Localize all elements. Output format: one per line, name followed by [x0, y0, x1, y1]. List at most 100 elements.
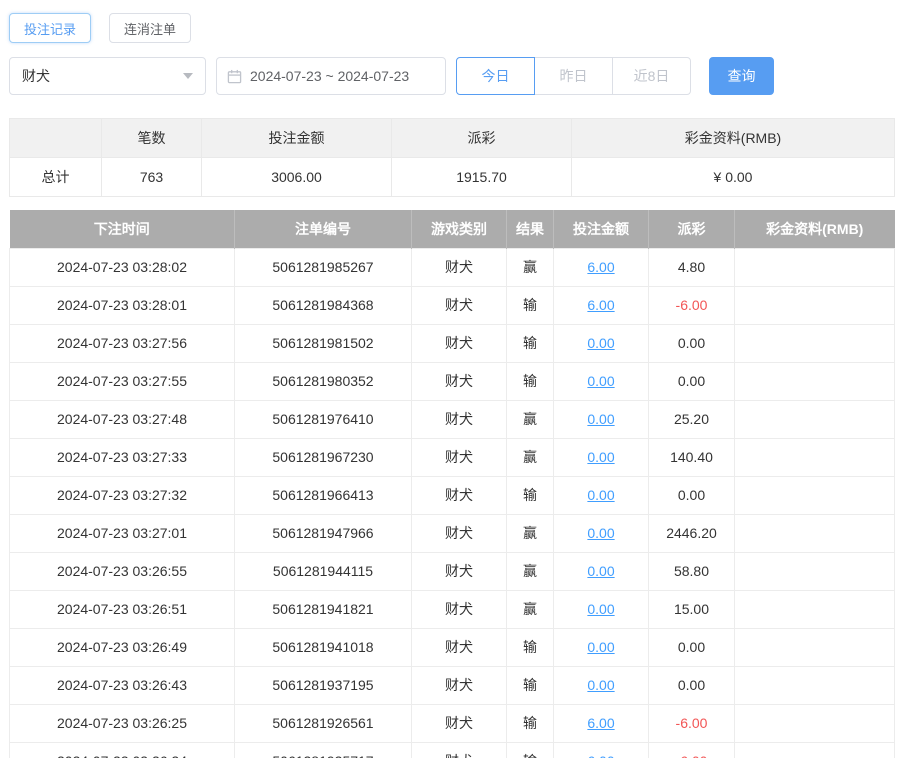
summary-payout-value: 1915.70: [391, 157, 572, 197]
filters-row: 财犬 2024-07-23 ~ 2024-07-23 今日 昨日 近8日 查询: [9, 57, 894, 95]
payout-cell: 0.00: [648, 323, 735, 363]
bonus-cell: [734, 285, 895, 325]
last-8-days-button[interactable]: 近8日: [612, 57, 691, 95]
tab-bet-records[interactable]: 投注记录: [9, 13, 92, 43]
bet-amount-cell: 0.00: [553, 627, 649, 667]
game-type-cell: 财犬: [411, 361, 507, 401]
bet-amount-link[interactable]: 0.00: [587, 677, 614, 693]
yesterday-button[interactable]: 昨日: [534, 57, 613, 95]
bet-table-row: 2024-07-23 03:27:32 5061281966413 财犬输 0.00 0…: [9, 475, 895, 515]
date-range-picker[interactable]: 2024-07-23 ~ 2024-07-23: [216, 57, 446, 95]
bet-number-cell: 5061281941821: [234, 589, 412, 629]
bonus-cell: [734, 475, 895, 515]
payout-cell: 0.00: [648, 665, 735, 705]
query-button[interactable]: 查询: [709, 57, 774, 95]
bonus-cell: [734, 399, 895, 439]
bonus-cell: [734, 247, 895, 287]
date-range-value: 2024-07-23 ~ 2024-07-23: [250, 68, 410, 84]
result-cell: 赢: [506, 551, 554, 591]
bet-amount-link[interactable]: 6.00: [587, 297, 614, 313]
bet-table-row: 2024-07-23 03:28:02 5061281985267 财犬赢 6.00 4…: [9, 247, 895, 287]
bonus-cell: [734, 665, 895, 705]
result-cell: 赢: [506, 399, 554, 439]
bet-time-cell: 2024-07-23 03:27:55: [9, 361, 235, 401]
game-type-cell: 财犬: [411, 589, 507, 629]
summary-header-count: 笔数: [101, 118, 202, 158]
bet-time-cell: 2024-07-23 03:27:33: [9, 437, 235, 477]
result-cell: 赢: [506, 513, 554, 553]
bet-amount-cell: 0.00: [553, 589, 649, 629]
payout-cell: 0.00: [648, 627, 735, 667]
bet-amount-link[interactable]: 6.00: [587, 715, 614, 731]
bet-amount-link[interactable]: 0.00: [587, 373, 614, 389]
header-result: 结果: [506, 210, 554, 248]
bet-amount-cell: 0.00: [553, 475, 649, 515]
top-tabs: 投注记录 连消注单: [9, 13, 894, 43]
bonus-cell: [734, 437, 895, 477]
bet-amount-link[interactable]: 0.00: [587, 525, 614, 541]
bet-number-cell: 5061281944115: [234, 551, 412, 591]
result-cell: 输: [506, 741, 554, 758]
betting-records-page: 投注记录 连消注单 财犬 2024-07-23 ~ 2024-07-23 今日 …: [0, 0, 903, 758]
game-type-cell: 财犬: [411, 399, 507, 439]
summary-header-empty: [9, 118, 102, 158]
bonus-cell: [734, 627, 895, 667]
bet-time-cell: 2024-07-23 03:28:01: [9, 285, 235, 325]
bet-amount-link[interactable]: 0.00: [587, 639, 614, 655]
today-button[interactable]: 今日: [456, 57, 535, 95]
game-type-cell: 财犬: [411, 703, 507, 743]
bet-time-cell: 2024-07-23 03:27:01: [9, 513, 235, 553]
bet-time-cell: 2024-07-23 03:27:32: [9, 475, 235, 515]
result-cell: 输: [506, 361, 554, 401]
bet-amount-link[interactable]: 0.00: [587, 411, 614, 427]
header-bet-number: 注单编号: [234, 210, 412, 248]
bet-table-row: 2024-07-23 03:27:33 5061281967230 财犬赢 0.00 1…: [9, 437, 895, 477]
bet-number-cell: 5061281966413: [234, 475, 412, 515]
bet-amount-link[interactable]: 6.00: [587, 753, 614, 758]
result-cell: 输: [506, 475, 554, 515]
bet-time-cell: 2024-07-23 03:26:51: [9, 589, 235, 629]
bet-table-row: 2024-07-23 03:26:55 5061281944115 财犬赢 0.00 5…: [9, 551, 895, 591]
bet-number-cell: 5061281985267: [234, 247, 412, 287]
bet-amount-cell: 0.00: [553, 399, 649, 439]
bet-amount-cell: 6.00: [553, 703, 649, 743]
summary-total-label: 总计: [9, 157, 102, 197]
tab-cancelled-orders[interactable]: 连消注单: [109, 13, 192, 43]
bet-amount-cell: 0.00: [553, 361, 649, 401]
game-type-cell: 财犬: [411, 247, 507, 287]
bet-time-cell: 2024-07-23 03:27:48: [9, 399, 235, 439]
summary-header-bet-amount: 投注金额: [201, 118, 392, 158]
game-type-cell: 财犬: [411, 627, 507, 667]
bet-number-cell: 5061281967230: [234, 437, 412, 477]
bet-table-row: 2024-07-23 03:26:51 5061281941821 财犬赢 0.00 1…: [9, 589, 895, 629]
result-cell: 输: [506, 285, 554, 325]
bet-amount-cell: 0.00: [553, 665, 649, 705]
bet-table: 下注时间 注单编号 游戏类别 结果 投注金额 派彩 彩金资料(RMB) 2024…: [9, 210, 895, 758]
game-type-cell: 财犬: [411, 551, 507, 591]
bet-amount-link[interactable]: 6.00: [587, 259, 614, 275]
bet-amount-cell: 0.00: [553, 323, 649, 363]
quick-date-buttons: 今日 昨日 近8日: [456, 57, 691, 95]
bet-time-cell: 2024-07-23 03:26:25: [9, 703, 235, 743]
bonus-cell: [734, 361, 895, 401]
bet-table-row: 2024-07-23 03:27:01 5061281947966 财犬赢 0.00 2…: [9, 513, 895, 553]
result-cell: 赢: [506, 437, 554, 477]
bet-number-cell: 5061281941018: [234, 627, 412, 667]
bet-amount-link[interactable]: 0.00: [587, 335, 614, 351]
bet-table-header-row: 下注时间 注单编号 游戏类别 结果 投注金额 派彩 彩金资料(RMB): [9, 210, 895, 248]
bonus-cell: [734, 513, 895, 553]
bet-amount-link[interactable]: 0.00: [587, 449, 614, 465]
bet-time-cell: 2024-07-23 03:26:43: [9, 665, 235, 705]
game-select[interactable]: 财犬: [9, 57, 206, 95]
payout-cell: 58.80: [648, 551, 735, 591]
bet-amount-link[interactable]: 0.00: [587, 487, 614, 503]
bet-table-row: 2024-07-23 03:28:01 5061281984368 财犬输 6.00 -…: [9, 285, 895, 325]
bet-amount-cell: 6.00: [553, 247, 649, 287]
bet-number-cell: 5061281925717: [234, 741, 412, 758]
calendar-icon: [227, 69, 242, 84]
game-type-cell: 财犬: [411, 741, 507, 758]
payout-cell: 15.00: [648, 589, 735, 629]
bet-amount-link[interactable]: 0.00: [587, 601, 614, 617]
bet-amount-link[interactable]: 0.00: [587, 563, 614, 579]
header-game-type: 游戏类别: [411, 210, 507, 248]
